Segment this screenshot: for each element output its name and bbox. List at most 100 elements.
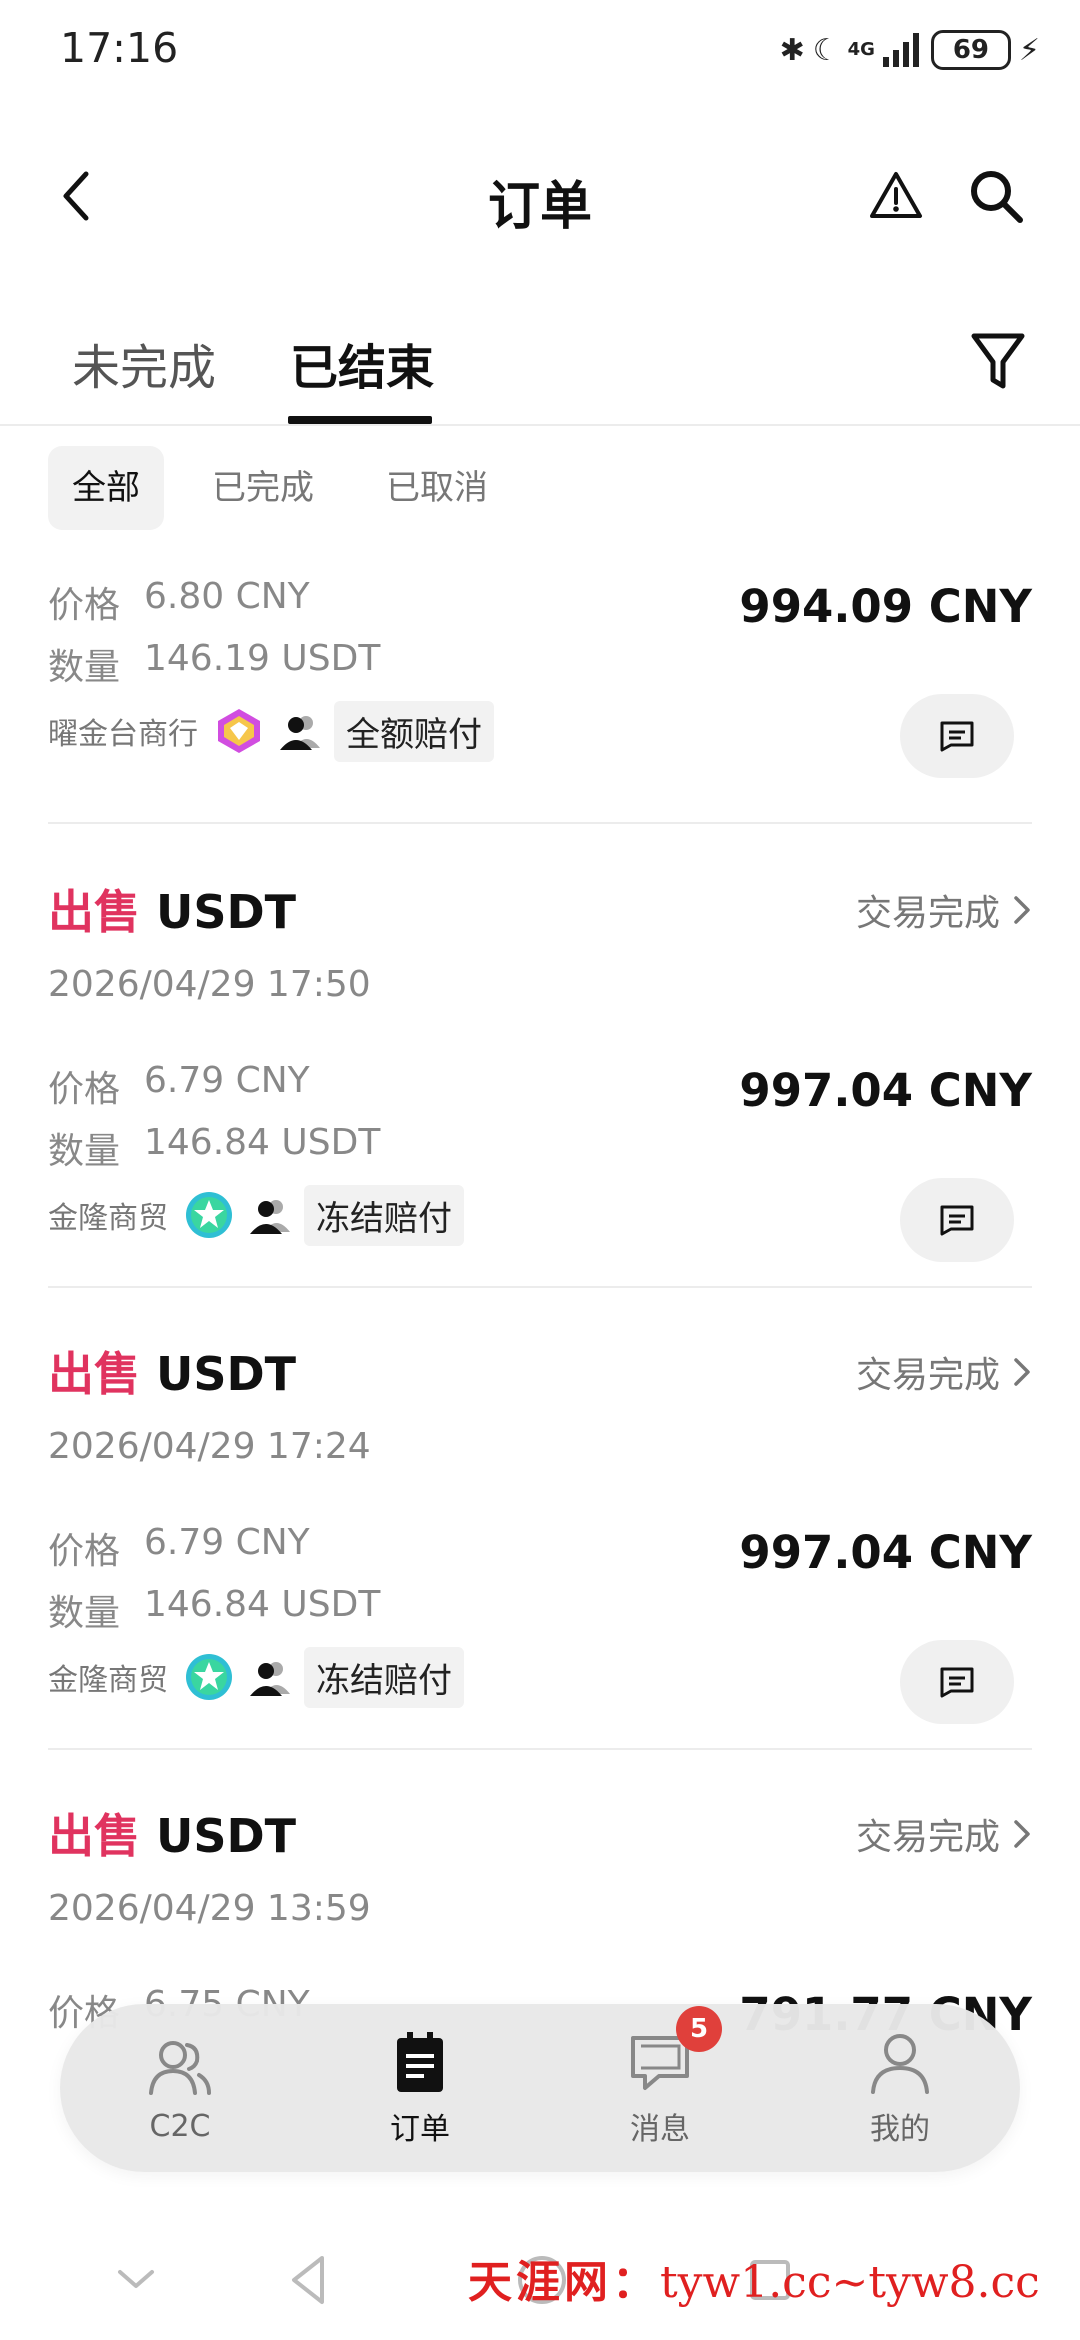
- network-type: 4G: [847, 39, 875, 60]
- star-badge-icon: [186, 1654, 232, 1700]
- nav-c2c[interactable]: C2C: [90, 2033, 270, 2144]
- nav-orders[interactable]: 订单: [330, 2028, 510, 2148]
- chat-icon: [940, 721, 974, 752]
- moon-icon: ☾: [812, 32, 840, 68]
- back-triangle-icon[interactable]: [280, 2250, 340, 2310]
- order-title: 出售 USDT: [48, 1800, 296, 1866]
- nav-messages[interactable]: 5 消息: [570, 2006, 750, 2148]
- total-amount: 994.09 CNY: [739, 580, 1032, 633]
- bluetooth-icon: ✱: [779, 32, 805, 68]
- quantity-value: 146.19 USDT: [144, 638, 381, 679]
- status-time: 17:16: [60, 24, 179, 72]
- divider: [48, 822, 1032, 824]
- guarantee-tag: 冻结赔付: [304, 1184, 464, 1246]
- chat-button[interactable]: [900, 1178, 1014, 1262]
- price-label: 价格: [48, 1069, 121, 1110]
- order-card[interactable]: 出售 USDT 交易完成 2026/04/29 17:50 价格 6.79 CN…: [48, 876, 1032, 1262]
- subtab-all[interactable]: 全部: [48, 446, 164, 530]
- price-label: 价格: [48, 585, 121, 626]
- users-icon: [250, 1662, 290, 1696]
- quantity-label: 数量: [48, 647, 121, 688]
- quantity-value: 146.84 USDT: [144, 1122, 381, 1163]
- filter-icon[interactable]: [968, 328, 1028, 394]
- users-icon: [250, 1200, 290, 1234]
- merchant-row: 金隆商贸 冻结赔付: [48, 1646, 464, 1708]
- unread-badge: 5: [676, 2006, 722, 2052]
- order-asset: USDT: [156, 885, 297, 939]
- price-value: 6.79 CNY: [144, 1060, 310, 1101]
- chevron-right-icon: [1014, 896, 1030, 924]
- divider: [48, 1748, 1032, 1750]
- nav-label: 消息: [630, 2112, 690, 2147]
- price-value: 6.79 CNY: [144, 1522, 310, 1563]
- order-title: 出售 USDT: [48, 876, 296, 942]
- order-asset: USDT: [156, 1809, 297, 1863]
- battery-icon: 69: [930, 30, 1011, 70]
- chevron-right-icon: [1014, 1820, 1030, 1848]
- merchant-name[interactable]: 金隆商贸: [48, 1193, 168, 1237]
- status-bar: 17:16 ✱ ☾ 4G 69 ⚡: [0, 0, 1080, 104]
- guarantee-tag: 冻结赔付: [304, 1646, 464, 1708]
- signal-icon: [882, 33, 919, 67]
- chat-icon: [940, 1667, 974, 1698]
- watermark: 天涯网：tyw1.cc~tyw8.cc: [468, 2246, 1040, 2310]
- nav-profile[interactable]: 我的: [810, 2028, 990, 2148]
- order-date: 2026/04/29 13:59: [48, 1888, 371, 1929]
- nav-label: 我的: [870, 2112, 930, 2147]
- price-label: 价格: [48, 1531, 121, 1572]
- order-status-link[interactable]: 交易完成: [856, 884, 1032, 936]
- order-asset: USDT: [156, 1347, 297, 1401]
- order-side: 出售: [48, 885, 140, 939]
- order-title: 出售 USDT: [48, 1338, 296, 1404]
- status-icons: ✱ ☾ 4G 69 ⚡: [780, 28, 1040, 72]
- person-icon: [871, 2034, 929, 2094]
- bottom-nav: C2C 订单 5 消息 我的: [60, 2004, 1020, 2172]
- merchant-name[interactable]: 曜金台商行: [48, 709, 198, 753]
- order-status: 交易完成: [855, 1355, 1000, 1396]
- merchant-name[interactable]: 金隆商贸: [48, 1655, 168, 1699]
- diamond-badge-icon: [218, 709, 260, 753]
- subtab-cancelled[interactable]: 已取消: [362, 446, 512, 530]
- people-icon: [149, 2040, 211, 2095]
- order-card[interactable]: 价格 6.80 CNY 数量 146.19 USDT 994.09 CNY 曜金…: [48, 576, 1032, 778]
- quantity-label: 数量: [48, 1131, 121, 1172]
- tab-finished[interactable]: 已结束: [290, 328, 434, 398]
- order-status-link[interactable]: 交易完成: [856, 1346, 1032, 1398]
- order-date: 2026/04/29 17:24: [48, 1426, 371, 1467]
- order-date: 2026/04/29 17:50: [48, 964, 371, 1005]
- charging-icon: ⚡: [1018, 32, 1040, 68]
- orders-icon: [397, 2032, 443, 2092]
- order-status-link[interactable]: 交易完成: [856, 1808, 1032, 1860]
- watermark-site: 天涯网：: [468, 2257, 660, 2308]
- order-side: 出售: [48, 1347, 140, 1401]
- order-card[interactable]: 出售 USDT 交易完成 2026/04/29 17:24 价格 6.79 CN…: [48, 1338, 1032, 1724]
- quantity-value: 146.84 USDT: [144, 1584, 381, 1625]
- chat-button[interactable]: [900, 694, 1014, 778]
- order-status: 交易完成: [855, 1817, 1000, 1858]
- subtab-completed[interactable]: 已完成: [188, 446, 338, 530]
- users-icon: [280, 716, 320, 750]
- order-side: 出售: [48, 1809, 140, 1863]
- status-filter: 全部 已完成 已取消: [48, 446, 512, 530]
- star-badge-icon: [186, 1192, 232, 1238]
- total-amount: 997.04 CNY: [739, 1526, 1032, 1579]
- order-tabs: 未完成 已结束: [0, 300, 1080, 426]
- quantity-label: 数量: [48, 1593, 121, 1634]
- chat-icon: [940, 1205, 974, 1236]
- chat-button[interactable]: [900, 1640, 1014, 1724]
- search-icon[interactable]: [966, 166, 1026, 226]
- order-status: 交易完成: [855, 893, 1000, 934]
- divider: [48, 1286, 1032, 1288]
- merchant-row: 金隆商贸 冻结赔付: [48, 1184, 464, 1246]
- tab-pending[interactable]: 未完成: [72, 328, 216, 398]
- total-amount: 997.04 CNY: [739, 1064, 1032, 1117]
- watermark-domains: tyw1.cc~tyw8.cc: [660, 2257, 1040, 2308]
- guarantee-tag: 全额赔付: [334, 700, 494, 762]
- warning-icon[interactable]: [866, 166, 926, 226]
- nav-label: 订单: [390, 2112, 450, 2147]
- price-value: 6.80 CNY: [144, 576, 310, 617]
- header: 订单: [0, 140, 1080, 250]
- chevron-down-icon[interactable]: [106, 2250, 166, 2310]
- tab-underline: [288, 416, 432, 424]
- merchant-row: 曜金台商行 全额赔付: [48, 700, 494, 762]
